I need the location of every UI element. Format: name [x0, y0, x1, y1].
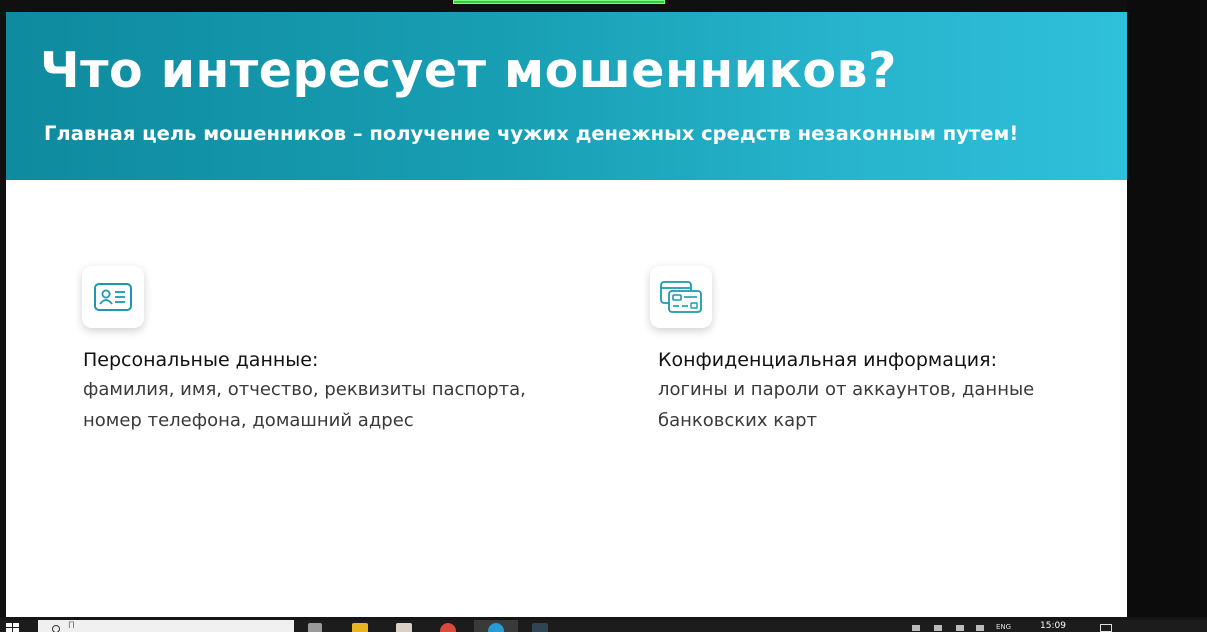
- personal-data-line-1: фамилия, имя, отчество, реквизиты паспор…: [83, 379, 526, 400]
- windows-start-icon[interactable]: [6, 623, 19, 632]
- bank-cards-icon: [650, 266, 712, 328]
- language-indicator[interactable]: ENG: [996, 623, 1011, 631]
- presentation-slide: Что интересует мошенников? Главная цель …: [6, 12, 1127, 617]
- confidential-info-title: Конфиденциальная информация:: [658, 349, 997, 371]
- edge-icon[interactable]: [488, 623, 504, 632]
- taskbar-search-input[interactable]: [68, 620, 268, 632]
- chrome-icon[interactable]: [440, 623, 456, 632]
- tray-icon-2[interactable]: [934, 625, 942, 631]
- taskbar-clock[interactable]: 15:09: [1040, 620, 1066, 632]
- personal-data-line-2: номер телефона, домашний адрес: [83, 410, 414, 431]
- personal-data-title: Персональные данные:: [83, 349, 319, 371]
- windows-taskbar: ENG 15:09: [0, 620, 1207, 632]
- screen-share-border: [1127, 0, 1207, 620]
- slide-title: Что интересует мошенников?: [40, 42, 897, 99]
- task-view-icon[interactable]: [308, 623, 322, 632]
- screen-share-indicator: [453, 0, 665, 4]
- paint-icon[interactable]: [396, 623, 412, 632]
- confidential-info-line-2: банковских карт: [658, 410, 818, 431]
- slide-subtitle: Главная цель мошенников – получение чужи…: [44, 122, 1019, 145]
- taskbar-search-box[interactable]: [38, 620, 294, 632]
- id-card-icon: [82, 266, 144, 328]
- slide-header: Что интересует мошенников? Главная цель …: [6, 12, 1127, 180]
- search-icon: [52, 625, 60, 632]
- network-icon[interactable]: [956, 625, 964, 631]
- file-explorer-icon[interactable]: [352, 623, 368, 632]
- volume-icon[interactable]: [976, 625, 984, 631]
- notifications-icon[interactable]: [1100, 624, 1112, 632]
- confidential-info-line-1: логины и пароли от аккаунтов, данные: [658, 379, 1035, 400]
- tray-icon-1[interactable]: [912, 625, 920, 631]
- app-icon[interactable]: [532, 623, 548, 632]
